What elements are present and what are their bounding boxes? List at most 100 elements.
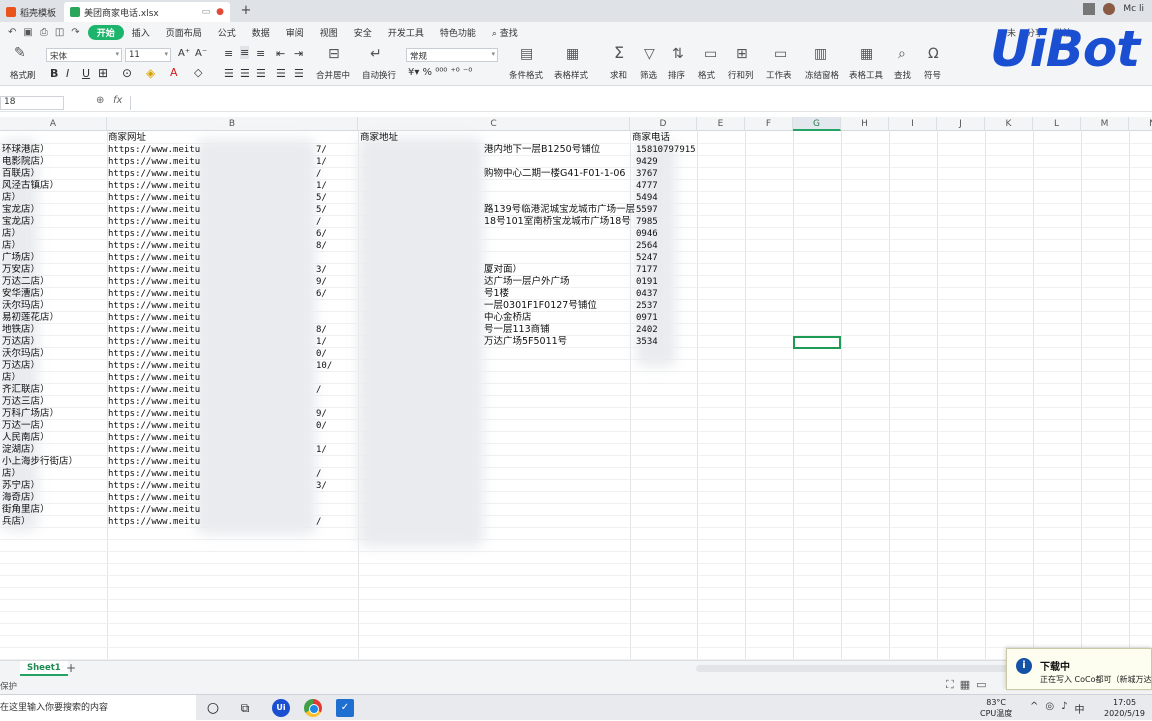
cell-url-tail[interactable]: 9/	[316, 276, 327, 288]
freeze-icon[interactable]: ▥	[814, 47, 827, 61]
fx-label[interactable]: fx	[113, 95, 122, 106]
cell-url[interactable]: https://www.meitu	[108, 192, 200, 204]
cell-phone[interactable]: 0191	[636, 276, 658, 288]
cell-url[interactable]: https://www.meitu	[108, 372, 200, 384]
header-address[interactable]: 商家地址	[360, 132, 398, 144]
clear-icon[interactable]: ◇	[194, 66, 202, 79]
cortana-icon[interactable]: ○	[204, 699, 222, 717]
tab-spreadsheet[interactable]: 美团商家电话.xlsx ▭ ●	[64, 2, 230, 22]
cell-url[interactable]: https://www.meitu	[108, 432, 200, 444]
cell-shop-name[interactable]: 广场店）	[2, 252, 40, 264]
merge-label[interactable]: 合并居中	[316, 69, 350, 81]
cell-url[interactable]: https://www.meitu	[108, 204, 200, 216]
cell-shop-name[interactable]: 店）	[2, 240, 21, 252]
cell-url[interactable]: https://www.meitu	[108, 228, 200, 240]
table-tools-label[interactable]: 表格工具	[849, 69, 883, 81]
menu-page-layout[interactable]: 页面布局	[158, 26, 210, 39]
cell-url-tail[interactable]: 10/	[316, 360, 332, 372]
symbol-label[interactable]: 符号	[924, 69, 941, 81]
cell-url[interactable]: https://www.meitu	[108, 456, 200, 468]
cell-shop-name[interactable]: 人民南店）	[2, 432, 50, 444]
sum-label[interactable]: 求和	[610, 69, 627, 81]
cell-shop-name[interactable]: 安华漕店）	[2, 288, 50, 300]
table-style-icon[interactable]: ▦	[566, 47, 579, 61]
underline-button[interactable]: U	[82, 67, 90, 80]
cell-url[interactable]: https://www.meitu	[108, 420, 200, 432]
format-painter-icon[interactable]: ✎	[14, 46, 26, 60]
merge-icon[interactable]: ⊟	[328, 47, 340, 61]
cell-url-tail[interactable]: 6/	[316, 228, 327, 240]
find-icon[interactable]: ⌕	[898, 47, 906, 61]
sort-label[interactable]: 排序	[668, 69, 685, 81]
cell-phone[interactable]: 0946	[636, 228, 658, 240]
column-header-h[interactable]: H	[841, 117, 889, 131]
cell-url[interactable]: https://www.meitu	[108, 288, 200, 300]
cell-address[interactable]: 号1楼	[484, 288, 509, 300]
volume-icon[interactable]: ♪	[1061, 701, 1067, 716]
currency-icon[interactable]: ¥▾ % ⁰⁰⁰ ⁺⁰ ⁻⁰	[408, 67, 472, 78]
cell-phone[interactable]: 2537	[636, 300, 658, 312]
sheet-tab[interactable]: Sheet1	[20, 661, 68, 676]
cell-phone[interactable]: 3767	[636, 168, 658, 180]
cell-shop-name[interactable]: 店）	[2, 372, 21, 384]
cell-url-tail[interactable]: 1/	[316, 336, 327, 348]
cell-phone[interactable]: 2564	[636, 240, 658, 252]
column-header-k[interactable]: K	[985, 117, 1033, 131]
cell-shop-name[interactable]: 万达店）	[2, 336, 40, 348]
fullscreen-icon[interactable]: ⛶	[946, 678, 954, 692]
cell-url[interactable]: https://www.meitu	[108, 348, 200, 360]
column-header-e[interactable]: E	[697, 117, 745, 131]
format-icon[interactable]: ▭	[704, 47, 717, 61]
cell-url-tail[interactable]: 8/	[316, 324, 327, 336]
cell-shop-name[interactable]: 万科广场店）	[2, 408, 59, 420]
clock[interactable]: 17:05 2020/5/19	[1104, 697, 1145, 719]
cell-shop-name[interactable]: 沃尔玛店）	[2, 348, 50, 360]
cell-url-tail[interactable]: 1/	[316, 444, 327, 456]
cell-url-tail[interactable]: 1/	[316, 156, 327, 168]
cell-url[interactable]: https://www.meitu	[108, 468, 200, 480]
font-color-icon[interactable]: A	[170, 66, 178, 79]
format-label[interactable]: 格式	[698, 69, 715, 81]
cell-shop-name[interactable]: 环球港店）	[2, 144, 50, 156]
column-header-a[interactable]: A	[0, 117, 107, 131]
cell-shop-name[interactable]: 宝龙店）	[2, 216, 40, 228]
uibot-app-icon[interactable]: Ui	[272, 699, 290, 717]
cell-url-tail[interactable]: 6/	[316, 288, 327, 300]
cell-address[interactable]: 号一层113商铺	[484, 324, 550, 336]
cell-shop-name[interactable]: 宝龙店）	[2, 204, 40, 216]
cell-url[interactable]: https://www.meitu	[108, 300, 200, 312]
active-cell-cursor[interactable]	[793, 336, 841, 349]
fill-color-icon[interactable]: ◈	[146, 66, 155, 80]
protect-status[interactable]: 保护	[0, 680, 17, 692]
task-view-icon[interactable]: ⧉	[236, 699, 254, 717]
undo-icon[interactable]: ↶	[8, 27, 16, 38]
cell-url-tail[interactable]: 7/	[316, 144, 327, 156]
cell-url[interactable]: https://www.meitu	[108, 144, 200, 156]
cell-url[interactable]: https://www.meitu	[108, 240, 200, 252]
column-header-i[interactable]: I	[889, 117, 937, 131]
cell-shop-name[interactable]: 沃尔玛店）	[2, 300, 50, 312]
cell-address[interactable]: 一层0301F1F0127号铺位	[484, 300, 597, 312]
column-header-d[interactable]: D	[630, 117, 697, 131]
cell-url-tail[interactable]: /	[316, 216, 321, 228]
table-tools-icon[interactable]: ▦	[860, 47, 873, 61]
worksheet-icon[interactable]: ▭	[774, 47, 787, 61]
cell-url[interactable]: https://www.meitu	[108, 360, 200, 372]
align-top-icon[interactable]: ≡	[224, 47, 233, 60]
spreadsheet-grid[interactable]: ABCDEFGHIJKLMN 商家网址 商家地址 商家电话 环球港店） https…	[0, 117, 1152, 660]
cell-phone[interactable]: 0437	[636, 288, 658, 300]
cell-address[interactable]: 港内地下一层B1250号铺位	[484, 144, 600, 156]
tray-expand-icon[interactable]: ^	[1030, 701, 1038, 716]
cell-url[interactable]: https://www.meitu	[108, 312, 200, 324]
close-tab-icon[interactable]: ●	[216, 7, 224, 17]
symbol-icon[interactable]: Ω	[928, 47, 939, 61]
cell-url[interactable]: https://www.meitu	[108, 504, 200, 516]
preview-icon[interactable]: ◫	[55, 27, 64, 38]
sort-icon[interactable]: ⇅	[672, 47, 684, 61]
redo-icon[interactable]: ↷	[71, 27, 79, 38]
cell-address[interactable]: 达广场一层户外广场	[484, 276, 570, 288]
cell-shop-name[interactable]: 店）	[2, 228, 21, 240]
cell-url[interactable]: https://www.meitu	[108, 384, 200, 396]
cell-url[interactable]: https://www.meitu	[108, 408, 200, 420]
column-header-b[interactable]: B	[107, 117, 358, 131]
